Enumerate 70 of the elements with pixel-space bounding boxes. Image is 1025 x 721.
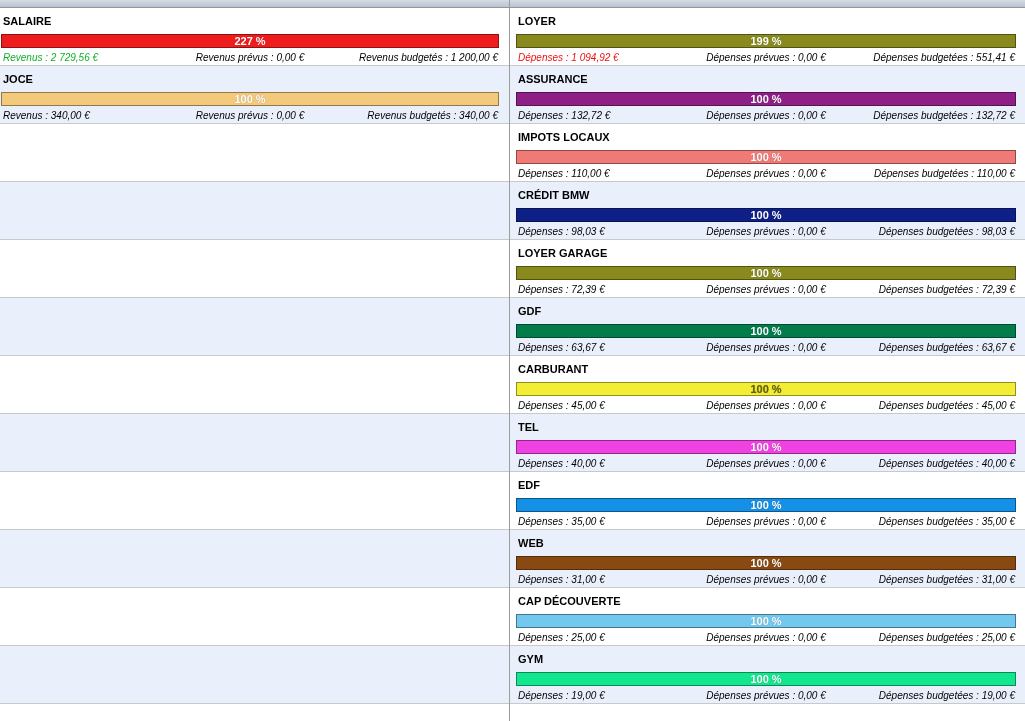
budgeted-amount: Revenus budgetés : 1 200,00 €: [359, 51, 499, 65]
actual-amount: Dépenses : 110,00 €: [517, 167, 610, 181]
category-title: SALAIRE: [2, 14, 53, 28]
budgeted-amount: Dépenses budgetées : 35,00 €: [878, 515, 1016, 529]
planned-amount: Dépenses prévues : 0,00 €: [706, 689, 826, 703]
actual-amount: Revenus : 340,00 €: [2, 109, 90, 123]
actual-amount: Dépenses : 45,00 €: [517, 399, 605, 413]
percent-label: 100 %: [750, 383, 782, 395]
percent-label: 100 %: [750, 325, 782, 337]
planned-amount: Dépenses prévues : 0,00 €: [706, 631, 826, 645]
budgeted-amount: Dépenses budgetées : 31,00 €: [878, 573, 1016, 587]
actual-amount: Dépenses : 19,00 €: [517, 689, 605, 703]
actual-amount: Dépenses : 35,00 €: [517, 515, 605, 529]
percent-label: 100 %: [750, 557, 782, 569]
actual-amount: Dépenses : 40,00 €: [517, 457, 605, 471]
planned-amount: Dépenses prévues : 0,00 €: [706, 167, 826, 181]
category-title: EDF: [517, 478, 541, 492]
percent-label: 100 %: [750, 151, 782, 163]
planned-amount: Dépenses prévues : 0,00 €: [706, 341, 826, 355]
actual-amount: Dépenses : 25,00 €: [517, 631, 605, 645]
planned-amount: Revenus prévus : 0,00 €: [195, 109, 305, 123]
actual-amount: Dépenses : 132,72 €: [517, 109, 611, 123]
category-title: TEL: [517, 420, 540, 434]
category-title: IMPOTS LOCAUX: [517, 130, 611, 144]
category-title: CRÉDIT BMW: [517, 188, 591, 202]
budgeted-amount: Dépenses budgetées : 110,00 €: [873, 167, 1016, 181]
percent-label: 199 %: [750, 35, 782, 47]
actual-amount: Revenus : 2 729,56 €: [2, 51, 99, 65]
budgeted-amount: Dépenses budgetées : 25,00 €: [878, 631, 1016, 645]
percent-label: 100 %: [234, 93, 266, 105]
category-title: ASSURANCE: [517, 72, 589, 86]
planned-amount: Dépenses prévues : 0,00 €: [706, 225, 826, 239]
budgeted-amount: Revenus budgetés : 340,00 €: [367, 109, 499, 123]
budgeted-amount: Dépenses budgetées : 40,00 €: [878, 457, 1016, 471]
budgeted-amount: Dépenses budgetées : 551,41 €: [873, 51, 1016, 65]
category-title: GDF: [517, 304, 543, 318]
actual-amount: Dépenses : 63,67 €: [517, 341, 605, 355]
planned-amount: Dépenses prévues : 0,00 €: [706, 515, 826, 529]
planned-amount: Dépenses prévues : 0,00 €: [706, 51, 826, 65]
category-title: LOYER GARAGE: [517, 246, 609, 260]
budgeted-amount: Dépenses budgetées : 72,39 €: [878, 283, 1016, 297]
percent-label: 100 %: [750, 673, 782, 685]
budgeted-amount: Dépenses budgetées : 45,00 €: [878, 399, 1016, 413]
budgeted-amount: Dépenses budgetées : 63,67 €: [878, 341, 1016, 355]
percent-label: 100 %: [750, 209, 782, 221]
actual-amount: Dépenses : 98,03 €: [517, 225, 605, 239]
planned-amount: Dépenses prévues : 0,00 €: [706, 573, 826, 587]
percent-label: 100 %: [750, 441, 782, 453]
percent-label: 100 %: [750, 499, 782, 511]
percent-label: 100 %: [750, 93, 782, 105]
category-title: LOYER: [517, 14, 557, 28]
actual-amount: Dépenses : 72,39 €: [517, 283, 605, 297]
planned-amount: Dépenses prévues : 0,00 €: [706, 399, 826, 413]
planned-amount: Dépenses prévues : 0,00 €: [706, 457, 826, 471]
percent-label: 100 %: [750, 267, 782, 279]
planned-amount: Revenus prévus : 0,00 €: [195, 51, 305, 65]
category-title: WEB: [517, 536, 545, 550]
actual-amount: Dépenses : 1 094,92 €: [517, 51, 619, 65]
budgeted-amount: Dépenses budgetées : 19,00 €: [878, 689, 1016, 703]
category-title: CARBURANT: [517, 362, 590, 376]
category-title: JOCE: [2, 72, 34, 86]
percent-label: 100 %: [750, 615, 782, 627]
budgeted-amount: Dépenses budgetées : 98,03 €: [878, 225, 1016, 239]
planned-amount: Dépenses prévues : 0,00 €: [706, 109, 826, 123]
actual-amount: Dépenses : 31,00 €: [517, 573, 605, 587]
category-title: CAP DÉCOUVERTE: [517, 594, 622, 608]
planned-amount: Dépenses prévues : 0,00 €: [706, 283, 826, 297]
percent-label: 227 %: [234, 35, 266, 47]
budgeted-amount: Dépenses budgetées : 132,72 €: [873, 109, 1016, 123]
category-title: GYM: [517, 652, 545, 666]
